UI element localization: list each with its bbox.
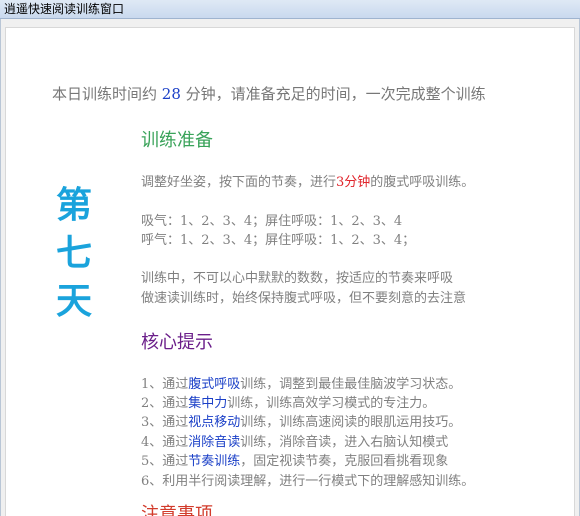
core-item-3-prefix: 3、通过 xyxy=(141,415,189,430)
core-item-5-prefix: 5、通过 xyxy=(141,454,189,469)
prep-line-1-prefix: 调整好坐姿，按下面的节奏，进行 xyxy=(141,175,337,190)
day-char-2: 七 xyxy=(55,232,92,274)
prep-line-1: 调整好坐姿，按下面的节奏，进行3分钟的腹式呼吸训练。 xyxy=(141,171,474,190)
lesson-content: 本日训练时间约 28 分钟，请准备充足的时间，一次完成整个训练 第 七 天 训练… xyxy=(5,27,575,516)
core-item-1: 1、通过腹式呼吸训练，调整到最佳最佳脑波学习状态。 xyxy=(141,373,461,392)
core-item-5-highlight: 节奏训练 xyxy=(188,454,241,469)
core-item-3: 3、通过视点移动训练，训练高速阅读的眼肌运用技巧。 xyxy=(141,411,461,430)
core-item-2: 2、通过集中力训练，训练高效学习模式的专注力。 xyxy=(141,392,435,411)
core-item-2-highlight: 集中力 xyxy=(188,396,228,411)
prep-note-2: 做速读训练时，始终保持腹式呼吸，但不要刻意的去注意 xyxy=(141,291,467,306)
core-item-4: 4、通过消除音读训练，消除音读，进入右脑认知模式 xyxy=(141,431,448,450)
core-item-6: 6、利用半行阅读理解，进行一行模式下的理解感知训练。 xyxy=(141,470,474,489)
core-item-3-highlight: 视点移动 xyxy=(188,415,241,430)
prep-note-1: 训练中，不可以心中默默的数数，按适应的节奏来呼吸 xyxy=(141,271,454,286)
core-item-5: 5、通过节奏训练，固定视读节奏，克服回看挑看现象 xyxy=(141,450,448,469)
prep-line-1-suffix: 的腹式呼吸训练。 xyxy=(370,175,475,190)
intro-prefix: 本日训练时间约 xyxy=(52,85,162,103)
exhale-line: 呼气：1、2、3、4；屏住呼吸：1、2、3、4； xyxy=(141,233,416,248)
core-item-6-prefix: 6、利用半行阅读理解，进行一行模式下的理解感知训练。 xyxy=(141,474,475,489)
intro-minutes: 28 xyxy=(161,85,181,103)
core-item-2-prefix: 2、通过 xyxy=(141,396,189,411)
prep-line-1-highlight: 3分钟 xyxy=(336,175,371,190)
core-item-2-suffix: 训练，训练高效学习模式的专注力。 xyxy=(227,396,436,411)
core-title: 核心提示 xyxy=(141,332,213,353)
core-item-4-highlight: 消除音读 xyxy=(188,435,241,450)
core-item-4-prefix: 4、通过 xyxy=(141,435,189,450)
window-title: 逍遥快速阅读训练窗口 xyxy=(4,2,125,16)
day-char-1: 第 xyxy=(55,184,92,226)
core-item-1-prefix: 1、通过 xyxy=(141,377,189,392)
core-item-1-highlight: 腹式呼吸 xyxy=(188,377,241,392)
title-bar[interactable]: 逍遥快速阅读训练窗口 xyxy=(0,0,580,19)
prep-title: 训练准备 xyxy=(141,130,213,151)
inhale-line: 吸气：1、2、3、4；屏住呼吸：1、2、3、4 xyxy=(141,214,403,229)
core-item-5-suffix: ，固定视读节奏，克服回看挑看现象 xyxy=(240,454,449,469)
notice-title: 注意事项 xyxy=(141,504,213,516)
intro-text: 本日训练时间约 28 分钟，请准备充足的时间，一次完成整个训练 xyxy=(52,83,486,104)
core-item-1-suffix: 训练，调整到最佳最佳脑波学习状态。 xyxy=(240,377,462,392)
core-item-3-suffix: 训练，训练高速阅读的眼肌运用技巧。 xyxy=(240,415,462,430)
day-char-3: 天 xyxy=(55,280,92,322)
core-item-4-suffix: 训练，消除音读，进入右脑认知模式 xyxy=(240,435,449,450)
intro-suffix: 分钟，请准备充足的时间，一次完成整个训练 xyxy=(180,85,486,103)
